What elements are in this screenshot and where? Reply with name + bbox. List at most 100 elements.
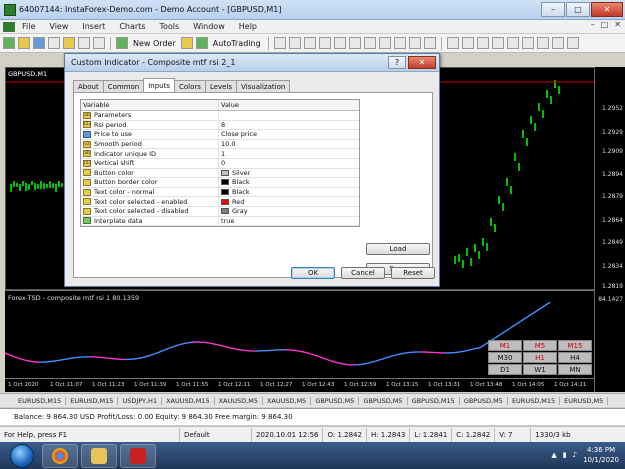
crosshair-icon[interactable]: [446, 37, 459, 49]
parameter-value[interactable]: 10.0: [221, 140, 235, 148]
mdi-restore-button[interactable]: □: [601, 20, 609, 29]
menu-charts[interactable]: Charts: [112, 22, 152, 31]
zoom-in-icon[interactable]: [318, 37, 331, 49]
time-axis[interactable]: 1 Oct 2020 1 Oct 11:07 1 Oct 11:23 1 Oct…: [5, 378, 594, 392]
tab-common[interactable]: Common: [102, 80, 145, 92]
tf-button-m30[interactable]: M30: [488, 352, 522, 363]
vertical-line-icon[interactable]: [476, 37, 489, 49]
input-row[interactable]: 123 Vertical shift 0: [81, 158, 359, 169]
input-row[interactable]: Text color - normal Black: [81, 187, 359, 198]
menu-help[interactable]: Help: [232, 22, 264, 31]
templates-icon[interactable]: [423, 37, 436, 49]
dialog-title-bar[interactable]: Custom Indicator - Composite mtf rsi 2_1…: [65, 54, 439, 72]
close-button[interactable]: ✕: [591, 2, 623, 17]
chart-tab[interactable]: EURUSD,M15: [14, 396, 67, 405]
input-row[interactable]: ab Parameters: [81, 111, 359, 121]
new-chart-icon[interactable]: [3, 37, 15, 49]
horizontal-line-icon[interactable]: [491, 37, 504, 49]
clock[interactable]: 4:36 PM 10/1/2020: [583, 445, 619, 465]
chart-tab[interactable]: XAUUSD,M15: [162, 396, 215, 405]
chart-shift-icon[interactable]: [363, 37, 376, 49]
chart-tab[interactable]: EURUSD,M15: [66, 396, 119, 405]
tf-button-mn[interactable]: MN: [558, 364, 592, 375]
tf-button-m5[interactable]: M5: [523, 340, 557, 351]
parameter-value[interactable]: 1: [221, 150, 225, 158]
indicators-icon[interactable]: [393, 37, 406, 49]
tf-button-m15[interactable]: M15: [558, 340, 592, 351]
chart-tab[interactable]: USDJPY,H1: [118, 396, 163, 405]
bar-chart-icon[interactable]: [273, 37, 286, 49]
load-button[interactable]: Load: [366, 243, 430, 255]
parameter-value[interactable]: Red: [232, 198, 244, 206]
auto-scroll-icon[interactable]: [378, 37, 391, 49]
menu-view[interactable]: View: [42, 22, 75, 31]
minimize-button[interactable]: –: [541, 2, 565, 17]
new-order-button[interactable]: New Order: [131, 39, 178, 48]
terminal-icon[interactable]: [78, 37, 90, 49]
autotrading-icon[interactable]: [195, 37, 208, 49]
chart-tab[interactable]: GBPUSD,M5: [311, 396, 360, 405]
tab-visualization[interactable]: Visualization: [236, 80, 291, 92]
input-row[interactable]: Button color Silver: [81, 168, 359, 179]
taskbar-chrome[interactable]: [42, 443, 78, 468]
new-order-icon[interactable]: [116, 37, 128, 49]
trendline-icon[interactable]: [506, 37, 519, 49]
ok-button[interactable]: OK: [291, 267, 335, 279]
cancel-button[interactable]: Cancel: [341, 267, 385, 279]
chart-tab[interactable]: EURUSD,M5: [560, 396, 609, 405]
parameter-value[interactable]: 8: [221, 121, 225, 129]
input-row[interactable]: Price to use Close price: [81, 130, 359, 140]
chart-tab[interactable]: GBPUSD,M5: [460, 396, 508, 405]
tile-windows-icon[interactable]: [348, 37, 361, 49]
input-row[interactable]: Button border color Black: [81, 178, 359, 188]
profiles-icon[interactable]: [18, 37, 30, 49]
parameter-value[interactable]: Black: [232, 188, 250, 196]
market-watch-icon[interactable]: [33, 37, 45, 49]
input-row[interactable]: Text color selected - disabled Gray: [81, 206, 359, 217]
mdi-minimize-button[interactable]: –: [591, 20, 595, 29]
taskbar-metatrader[interactable]: [120, 443, 156, 468]
chart-tab[interactable]: XAUUSD,M5: [263, 396, 312, 405]
arrows-icon[interactable]: [566, 37, 579, 49]
dialog-close-button[interactable]: ✕: [408, 56, 436, 69]
menu-tools[interactable]: Tools: [152, 22, 186, 31]
reset-button[interactable]: Reset: [391, 267, 435, 279]
parameter-value[interactable]: Close price: [221, 130, 257, 138]
tf-button-m1[interactable]: M1: [488, 340, 522, 351]
tab-levels[interactable]: Levels: [204, 80, 238, 92]
line-chart-icon[interactable]: [303, 37, 316, 49]
price-axis[interactable]: 1.2952 1.2929 1.2909 1.2894 1.2879 1.286…: [594, 67, 625, 392]
tab-colors[interactable]: Colors: [174, 80, 206, 92]
input-row[interactable]: Interplate data true: [81, 216, 359, 227]
parameter-value[interactable]: true: [221, 217, 234, 225]
input-row[interactable]: ab Indicator unique ID 1: [81, 149, 359, 159]
periods-icon[interactable]: [408, 37, 421, 49]
menu-file[interactable]: File: [15, 22, 42, 31]
candlestick-icon[interactable]: [288, 37, 301, 49]
tf-button-h4[interactable]: H4: [558, 352, 592, 363]
metaeditor-icon[interactable]: [180, 37, 193, 49]
chart-tab[interactable]: GBPUSD,M15: [408, 396, 460, 405]
volume-icon[interactable]: ♪: [573, 451, 577, 459]
mdi-close-button[interactable]: ✕: [614, 20, 621, 29]
cursor-icon[interactable]: [461, 37, 474, 49]
parameter-value[interactable]: Gray: [232, 207, 248, 215]
taskbar-explorer[interactable]: [81, 443, 117, 468]
strategy-tester-icon[interactable]: [93, 37, 105, 49]
chart-tab[interactable]: XAUUSD,M5: [215, 396, 263, 405]
text-icon[interactable]: [551, 37, 564, 49]
start-button[interactable]: [10, 443, 34, 468]
parameter-value[interactable]: 0: [221, 159, 225, 167]
input-row[interactable]: Text color selected - enabled Red: [81, 197, 359, 207]
network-icon[interactable]: ▮: [563, 451, 567, 459]
maximize-button[interactable]: □: [566, 2, 590, 17]
chart-tab[interactable]: EURUSD,M15: [508, 396, 561, 405]
tf-button-h1[interactable]: H1: [523, 352, 557, 363]
tab-inputs[interactable]: Inputs: [143, 78, 176, 92]
dialog-help-button[interactable]: ?: [388, 56, 406, 69]
tray-arrow-icon[interactable]: ▲: [551, 451, 556, 459]
input-row[interactable]: 123 Rsi period 8: [81, 120, 359, 131]
autotrading-button[interactable]: AutoTrading: [211, 39, 263, 48]
menu-window[interactable]: Window: [186, 22, 232, 31]
data-window-icon[interactable]: [48, 37, 60, 49]
